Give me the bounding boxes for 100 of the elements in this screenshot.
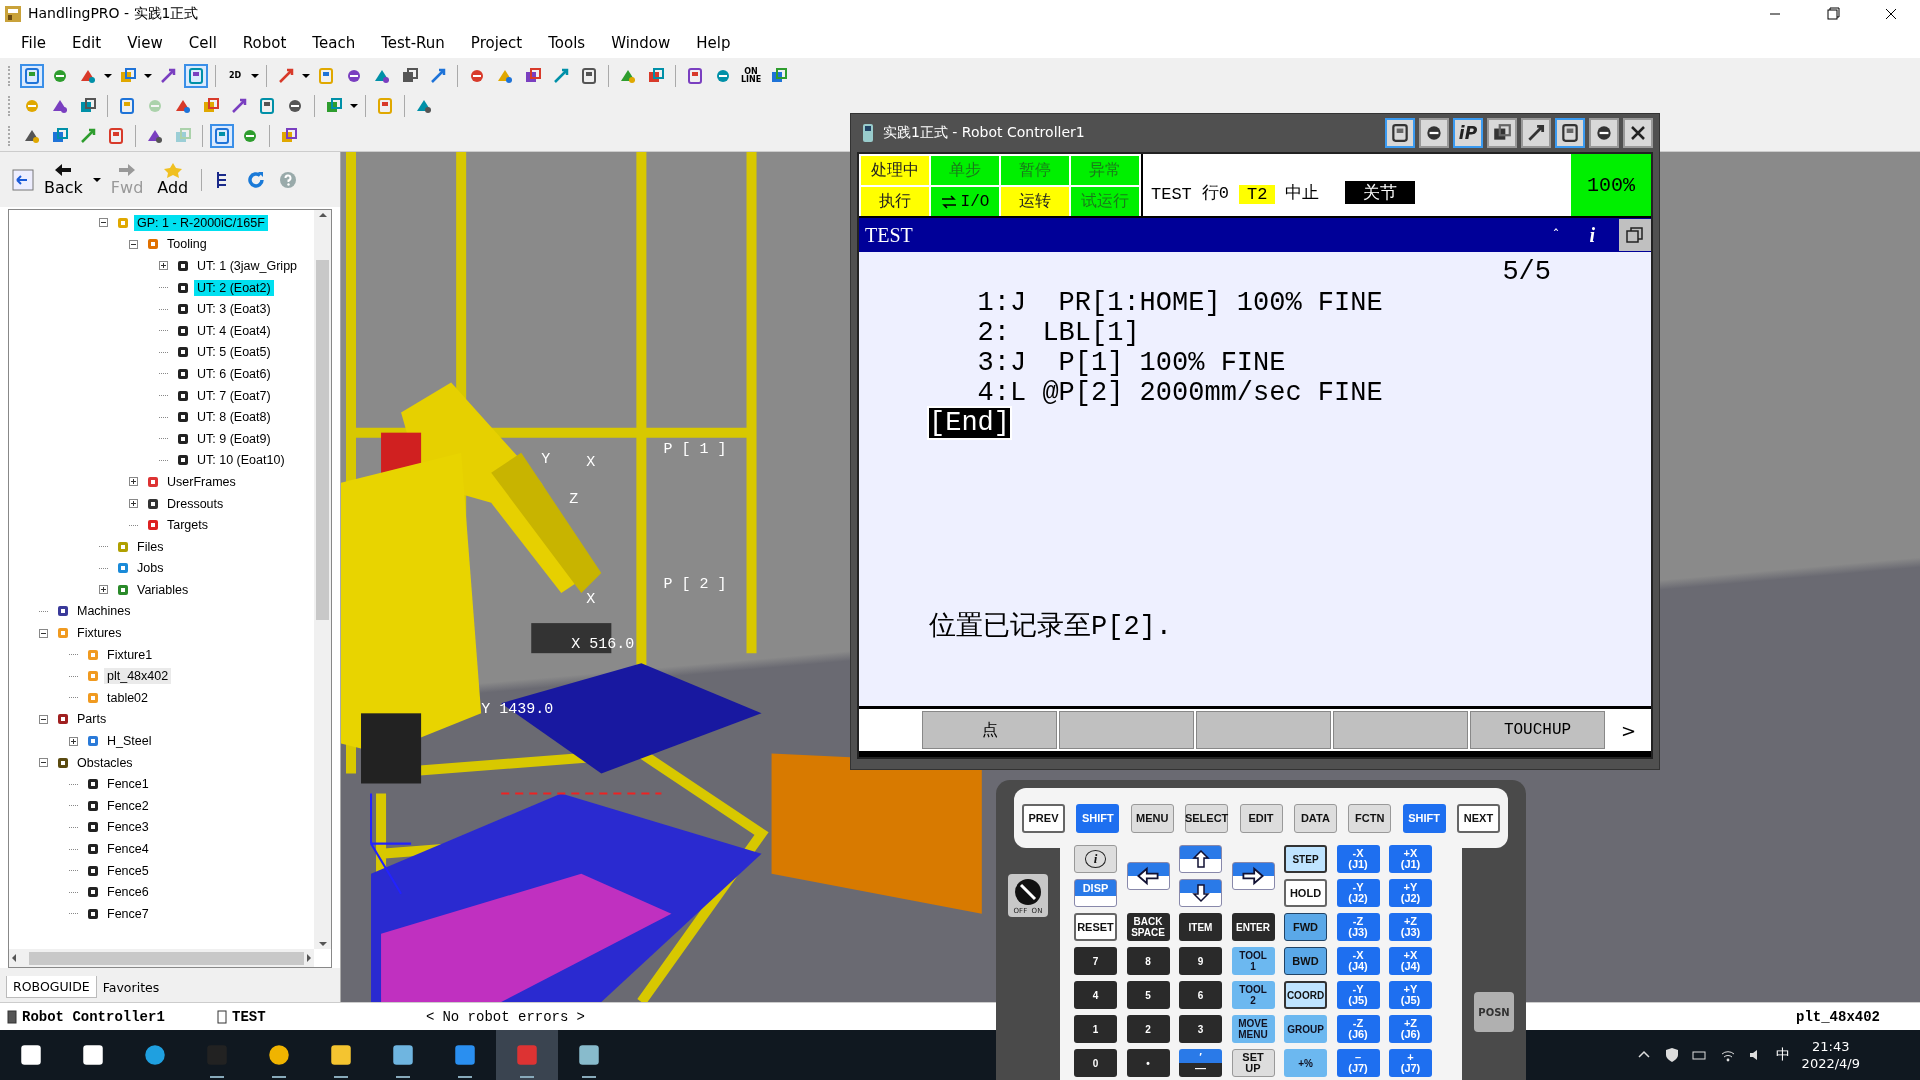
keypad-key[interactable]: •: [1126, 1049, 1170, 1077]
program-line[interactable]: 3:J P[1] 100% FINE: [977, 348, 1286, 378]
keypad-key[interactable]: +%: [1284, 1049, 1327, 1077]
keypad-key[interactable]: +Y (J5): [1389, 981, 1432, 1009]
keypad-key[interactable]: ENTER: [1231, 913, 1275, 941]
keypad-key[interactable]: GROUP: [1284, 1015, 1327, 1043]
keypad-key[interactable]: DATA: [1293, 803, 1337, 833]
keypad-key[interactable]: 0: [1074, 1049, 1117, 1077]
tree-item[interactable]: Obstacles: [74, 754, 136, 771]
tree-item[interactable]: Jobs: [134, 560, 167, 577]
keypad-key[interactable]: 8: [1126, 947, 1170, 975]
add-button[interactable]: Add: [153, 162, 193, 197]
keypad-key[interactable]: SET UP: [1231, 1049, 1275, 1077]
menu-item[interactable]: File: [8, 34, 60, 52]
tree-item[interactable]: H_Steel: [104, 733, 155, 750]
keypad-key[interactable]: SHIFT: [1402, 803, 1446, 833]
menu-item[interactable]: View: [114, 34, 176, 52]
keypad-key[interactable]: PREV: [1022, 803, 1065, 833]
keypad-key[interactable]: +Y (J2): [1389, 879, 1432, 907]
tree-item[interactable]: Fence6: [104, 884, 152, 901]
keypad-key[interactable]: -Y (J2): [1336, 879, 1380, 907]
info-key[interactable]: i: [1074, 845, 1117, 873]
tree-item[interactable]: Fixture1: [104, 646, 156, 663]
tree-item[interactable]: GP: 1 - R-2000iC/165F: [134, 214, 268, 231]
tree-item[interactable]: Parts: [74, 711, 110, 728]
tree-item[interactable]: UT: 8 (Eoat8): [194, 409, 274, 426]
menu-item[interactable]: Edit: [59, 34, 115, 52]
keypad-key[interactable]: SHIFT: [1076, 803, 1120, 833]
tree-item[interactable]: Fence5: [104, 862, 152, 879]
menu-item[interactable]: Robot: [229, 34, 300, 52]
keypad-key[interactable]: -Y (J5): [1336, 981, 1380, 1009]
keypad-key[interactable]: FWD: [1284, 913, 1327, 941]
tree-item[interactable]: UT: 3 (Eoat3): [194, 301, 274, 318]
keypad-key[interactable]: 2: [1126, 1015, 1170, 1043]
keypad-key[interactable]: TOOL 1: [1231, 947, 1275, 975]
panel-tab[interactable]: Favorites: [96, 977, 166, 998]
nav-button[interactable]: Back: [40, 162, 87, 197]
tree-item[interactable]: Fence2: [104, 797, 152, 814]
menu-item[interactable]: Project: [457, 34, 536, 52]
tree-item[interactable]: Tooling: [164, 236, 210, 253]
keypad-key[interactable]: +Z (J6): [1389, 1015, 1432, 1043]
keypad-key[interactable]: SELECT: [1185, 803, 1229, 833]
tree-item[interactable]: UserFrames: [164, 473, 239, 490]
keypad-key[interactable]: TOOL 2: [1231, 981, 1275, 1009]
function-key[interactable]: 点: [922, 711, 1057, 749]
keypad-key[interactable]: FCTN: [1348, 803, 1392, 833]
tree-item[interactable]: Targets: [164, 517, 211, 534]
keypad-key[interactable]: -X (J1): [1336, 845, 1380, 873]
keypad-key[interactable]: ′ —: [1179, 1049, 1222, 1077]
keypad-key[interactable]: +X (J4): [1389, 947, 1432, 975]
keypad-key[interactable]: MENU: [1130, 803, 1174, 833]
tree-item[interactable]: Machines: [74, 603, 134, 620]
keypad-key[interactable]: 5: [1126, 981, 1170, 1009]
previous-arrow[interactable]: <: [426, 1008, 435, 1025]
menu-item[interactable]: Teach: [299, 34, 369, 52]
keypad-key[interactable]: 1: [1074, 1015, 1117, 1043]
keypad-key[interactable]: 7: [1074, 947, 1117, 975]
tree-item[interactable]: UT: 2 (Eoat2): [194, 279, 274, 296]
menu-item[interactable]: Cell: [175, 34, 230, 52]
keypad-key[interactable]: +Z (J3): [1389, 913, 1432, 941]
keypad-key[interactable]: NEXT: [1457, 803, 1500, 833]
keypad-key[interactable]: HOLD: [1284, 879, 1327, 907]
tree-item[interactable]: UT: 6 (Eoat6): [194, 365, 274, 382]
keypad-key[interactable]: -Z (J3): [1336, 913, 1380, 941]
keypad-key[interactable]: 9: [1179, 947, 1222, 975]
tree-item[interactable]: UT: 9 (Eoat9): [194, 430, 274, 447]
tree-item[interactable]: UT: 7 (Eoat7): [194, 387, 274, 404]
keypad-key[interactable]: COORD: [1284, 981, 1327, 1009]
keypad-key[interactable]: ITEM: [1179, 913, 1222, 941]
keypad-key[interactable]: STEP: [1284, 845, 1327, 873]
keypad-key[interactable]: + (J7): [1389, 1049, 1432, 1077]
tree-item[interactable]: Dressouts: [164, 495, 227, 512]
program-line[interactable]: 2: LBL[1]: [977, 318, 1140, 348]
keypad-key[interactable]: 4: [1074, 981, 1117, 1009]
info-mark[interactable]: i: [1589, 223, 1595, 247]
menu-item[interactable]: Tools: [535, 34, 599, 52]
tree-item[interactable]: table02: [104, 689, 151, 706]
keypad-key[interactable]: POSN: [1474, 992, 1514, 1032]
tree-item[interactable]: Fence1: [104, 776, 152, 793]
keypad-key[interactable]: 3: [1179, 1015, 1222, 1043]
keypad-key[interactable]: MOVE MENU: [1231, 1015, 1275, 1043]
tree-item[interactable]: Fence3: [104, 819, 152, 836]
next-arrow[interactable]: >: [576, 1008, 585, 1025]
toolbar-button[interactable]: ON LINE: [739, 64, 763, 88]
keypad-key[interactable]: RESET: [1074, 913, 1117, 941]
tree-item[interactable]: Files: [134, 538, 167, 555]
menu-item[interactable]: Test-Run: [368, 34, 458, 52]
keypad-key[interactable]: – (J7): [1336, 1049, 1380, 1077]
toolbar-button[interactable]: iP: [1453, 118, 1483, 148]
tree-item[interactable]: Fence4: [104, 841, 152, 857]
keypad-key[interactable]: +X (J1): [1389, 845, 1432, 873]
keypad-key[interactable]: -Z (J6): [1336, 1015, 1380, 1043]
keypad-key[interactable]: -X (J4): [1336, 947, 1380, 975]
keypad-key[interactable]: BWD: [1284, 947, 1327, 975]
panel-tab[interactable]: ROBOGUIDE: [6, 976, 97, 998]
keypad-key[interactable]: 6: [1179, 981, 1222, 1009]
keypad-key[interactable]: DISP: [1074, 879, 1117, 907]
tree-item[interactable]: Fixtures: [74, 625, 125, 642]
program-line[interactable]: 1:J PR[1:HOME] 100% FINE: [977, 288, 1383, 318]
next-page-arrow[interactable]: >: [1606, 709, 1651, 751]
